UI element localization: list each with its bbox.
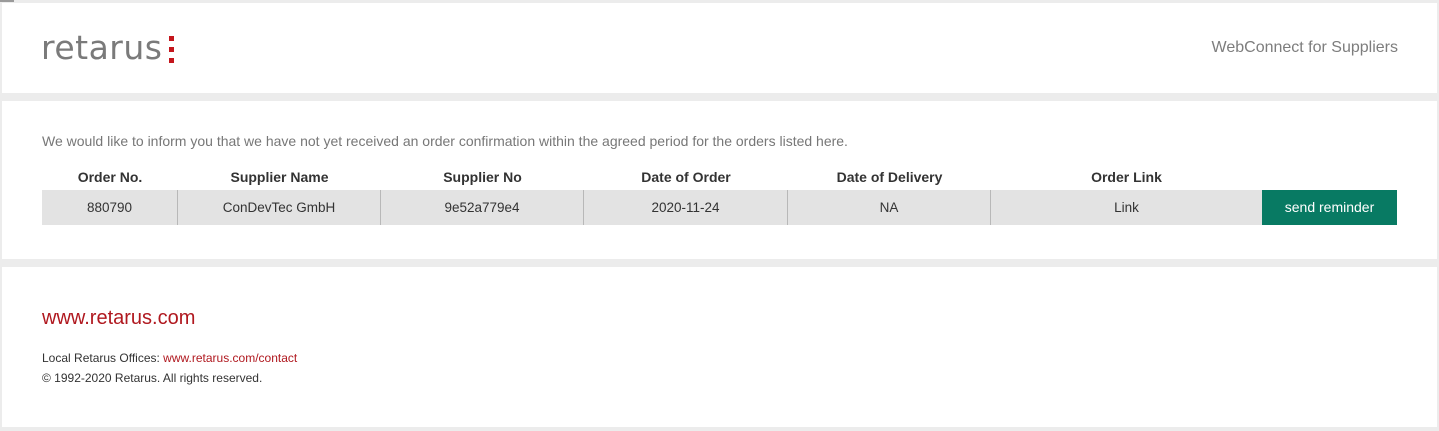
offices-line: Local Retarus Offices: www.retarus.com/c… <box>42 351 297 365</box>
cell-date-of-order: 2020-11-24 <box>584 190 788 225</box>
header-title: WebConnect for Suppliers <box>1211 39 1398 56</box>
table-row: 880790 ConDevTec GmbH 9e52a779e4 2020-11… <box>42 190 1397 225</box>
retarus-logo: retarus <box>41 28 175 70</box>
send-reminder-button[interactable]: send reminder <box>1262 190 1397 225</box>
header-date-of-delivery: Date of Delivery <box>836 169 943 185</box>
contact-link[interactable]: www.retarus.com/contact <box>163 351 297 365</box>
intro-text: We would like to inform you that we have… <box>42 133 848 149</box>
table-header: Order No. Supplier Name Supplier No Date… <box>42 166 1397 190</box>
cell-date-of-delivery: NA <box>788 190 991 225</box>
logo-text: retarus <box>41 28 163 67</box>
cell-supplier-name: ConDevTec GmbH <box>178 190 381 225</box>
header-supplier-name: Supplier Name <box>230 169 329 185</box>
orders-table: Order No. Supplier Name Supplier No Date… <box>42 166 1397 225</box>
order-link[interactable]: Link <box>991 190 1262 225</box>
header-order-no: Order No. <box>77 169 143 185</box>
header: retarus WebConnect for Suppliers <box>2 3 1437 93</box>
header-order-link: Order Link <box>1091 169 1162 185</box>
header-date-of-order: Date of Order <box>641 169 731 185</box>
main-content: We would like to inform you that we have… <box>2 101 1437 259</box>
cell-supplier-no: 9e52a779e4 <box>381 190 584 225</box>
offices-label: Local Retarus Offices: <box>42 351 164 365</box>
footer: www.retarus.com Local Retarus Offices: w… <box>2 267 1437 427</box>
logo-dots-icon <box>169 36 175 63</box>
page: retarus WebConnect for Suppliers We woul… <box>0 0 1439 431</box>
header-action <box>1262 166 1397 190</box>
copyright: © 1992-2020 Retarus. All rights reserved… <box>42 371 263 385</box>
site-link[interactable]: www.retarus.com <box>42 307 195 330</box>
corner-mark <box>0 0 14 2</box>
header-supplier-no: Supplier No <box>443 169 522 185</box>
cell-order-no: 880790 <box>42 190 178 225</box>
